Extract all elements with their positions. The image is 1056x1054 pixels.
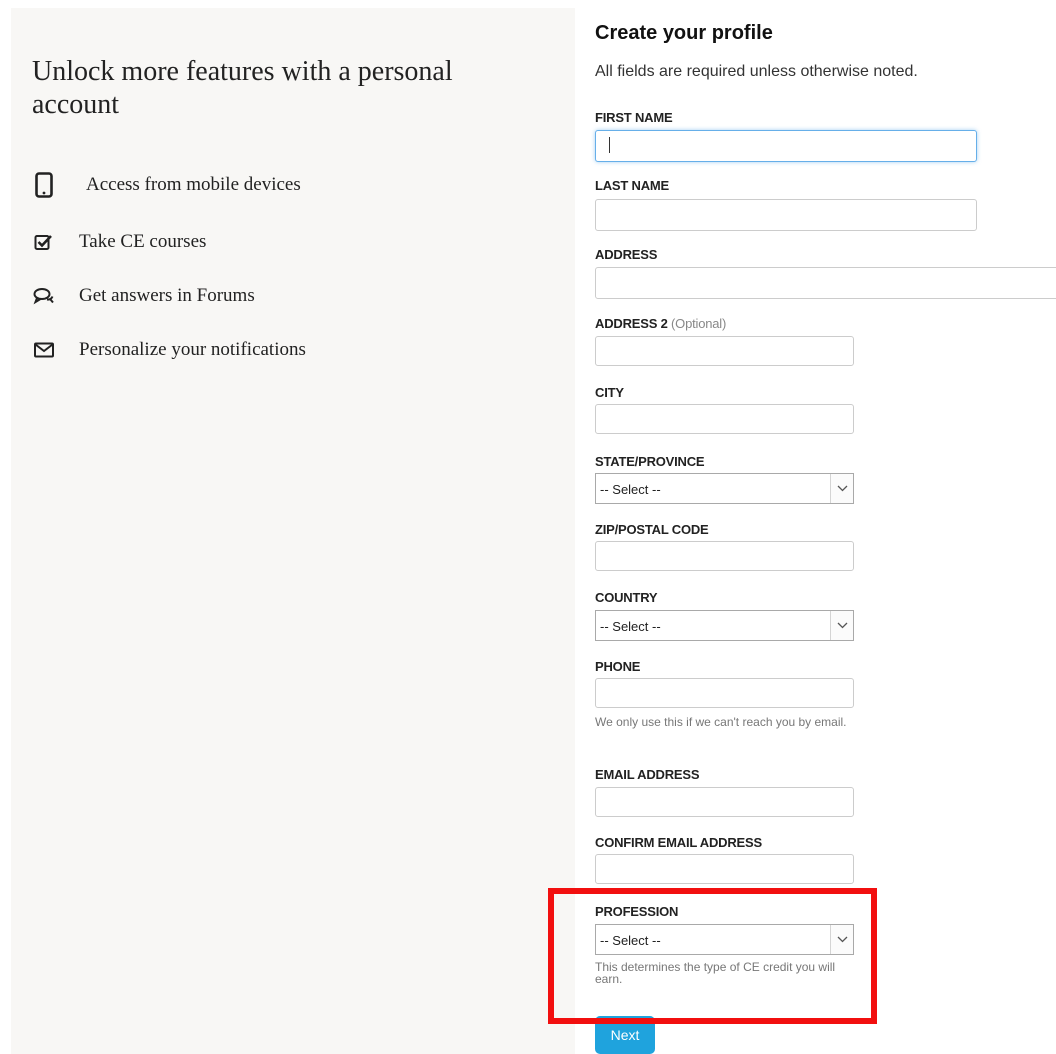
city-input[interactable] [595, 404, 854, 434]
promo-title: Unlock more features with a personal acc… [32, 56, 453, 120]
last-name-input[interactable] [595, 199, 977, 231]
mobile-phone-icon [31, 172, 57, 198]
phone-label: PHONE [595, 659, 641, 674]
address2-input[interactable] [595, 336, 854, 366]
email-input[interactable] [595, 787, 854, 817]
email-label: EMAIL ADDRESS [595, 767, 700, 782]
address-label: ADDRESS [595, 247, 658, 262]
feature-forums: Get answers in Forums [31, 283, 255, 309]
feature-ce-courses: Take CE courses [31, 229, 206, 255]
address2-label-text: ADDRESS 2 [595, 316, 668, 331]
promo-panel: Unlock more features with a personal acc… [11, 8, 575, 1054]
state-select[interactable]: -- Select -- [595, 473, 854, 504]
optional-note: (Optional) [671, 316, 727, 331]
feature-label: Access from mobile devices [86, 174, 301, 195]
address2-label: ADDRESS 2 (Optional) [595, 316, 726, 331]
first-name-input[interactable] [595, 130, 977, 162]
zip-input[interactable] [595, 541, 854, 571]
highlight-box [548, 888, 877, 1024]
feature-notifications: Personalize your notifications [31, 337, 306, 363]
country-selected-value: -- Select -- [600, 619, 661, 634]
country-label: COUNTRY [595, 590, 658, 605]
country-select[interactable]: -- Select -- [595, 610, 854, 641]
first-name-wrapper [595, 130, 977, 162]
feature-label: Personalize your notifications [79, 339, 306, 360]
chevron-down-icon[interactable] [830, 474, 853, 503]
form-title: Create your profile [595, 22, 773, 44]
first-name-label: FIRST NAME [595, 110, 673, 125]
zip-label: ZIP/POSTAL CODE [595, 522, 709, 537]
last-name-label: LAST NAME [595, 178, 670, 193]
state-label: STATE/PROVINCE [595, 454, 705, 469]
checkbox-check-icon [31, 229, 57, 255]
address-input[interactable] [595, 267, 1056, 299]
phone-input[interactable] [595, 678, 854, 708]
feature-label: Take CE courses [79, 231, 207, 252]
confirm-email-input[interactable] [595, 854, 854, 884]
phone-help-text: We only use this if we can't reach you b… [595, 715, 847, 729]
envelope-icon [31, 337, 57, 363]
feature-label: Get answers in Forums [79, 285, 255, 306]
text-cursor [609, 137, 610, 153]
confirm-email-label: CONFIRM EMAIL ADDRESS [595, 835, 762, 850]
feature-mobile: Access from mobile devices [31, 172, 301, 198]
chevron-down-icon[interactable] [830, 611, 853, 640]
city-label: CITY [595, 385, 624, 400]
form-subtitle: All fields are required unless otherwise… [595, 63, 918, 80]
chat-bubbles-icon [31, 283, 57, 309]
state-selected-value: -- Select -- [600, 482, 661, 497]
